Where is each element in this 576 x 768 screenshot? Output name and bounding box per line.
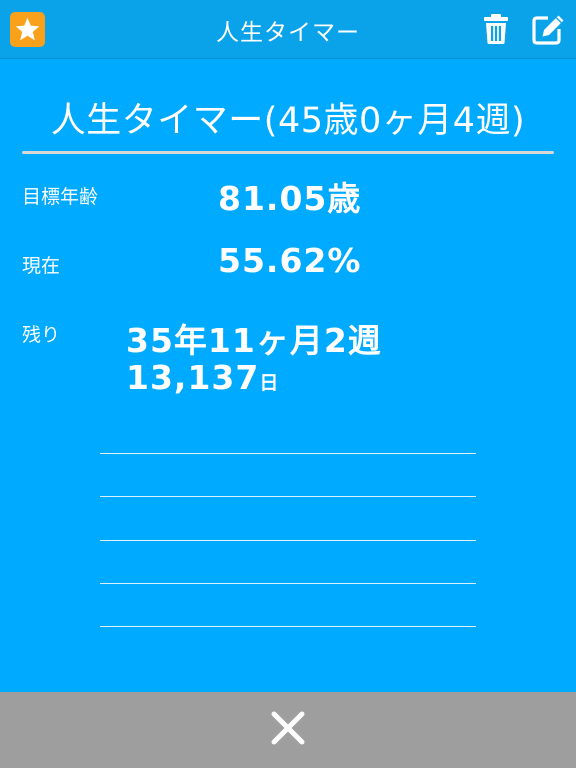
remaining-period-value: 35年11ヶ月2週 bbox=[126, 321, 382, 360]
remaining-label: 残り bbox=[22, 324, 61, 346]
close-button[interactable] bbox=[268, 708, 308, 748]
app-screen: 人生タイマー 人生タイマー(45歳0ヶ月4週) 目標年齢 81.05歳 現在 5… bbox=[0, 0, 576, 768]
navigation-bar: 人生タイマー bbox=[0, 0, 576, 59]
remaining-days-unit: 日 bbox=[259, 372, 280, 394]
current-label: 現在 bbox=[22, 255, 61, 277]
note-line bbox=[100, 540, 476, 541]
title-divider bbox=[22, 151, 554, 154]
edit-button[interactable] bbox=[532, 13, 566, 45]
remaining-days: 13,137日 bbox=[126, 358, 279, 397]
note-line bbox=[100, 453, 476, 454]
target-age-value: 81.05歳 bbox=[218, 179, 362, 218]
edit-icon bbox=[532, 15, 564, 45]
close-icon bbox=[271, 711, 305, 745]
delete-button[interactable] bbox=[482, 13, 510, 45]
note-line bbox=[100, 496, 476, 497]
remaining-days-value: 13,137 bbox=[126, 358, 260, 397]
current-percent-value: 55.62% bbox=[218, 241, 362, 280]
timer-title: 人生タイマー(45歳0ヶ月4週) bbox=[50, 101, 526, 141]
note-line bbox=[100, 626, 476, 627]
bottom-bar bbox=[0, 692, 576, 768]
note-line bbox=[100, 583, 476, 584]
target-age-label: 目標年齢 bbox=[22, 186, 99, 208]
trash-icon bbox=[484, 14, 508, 44]
